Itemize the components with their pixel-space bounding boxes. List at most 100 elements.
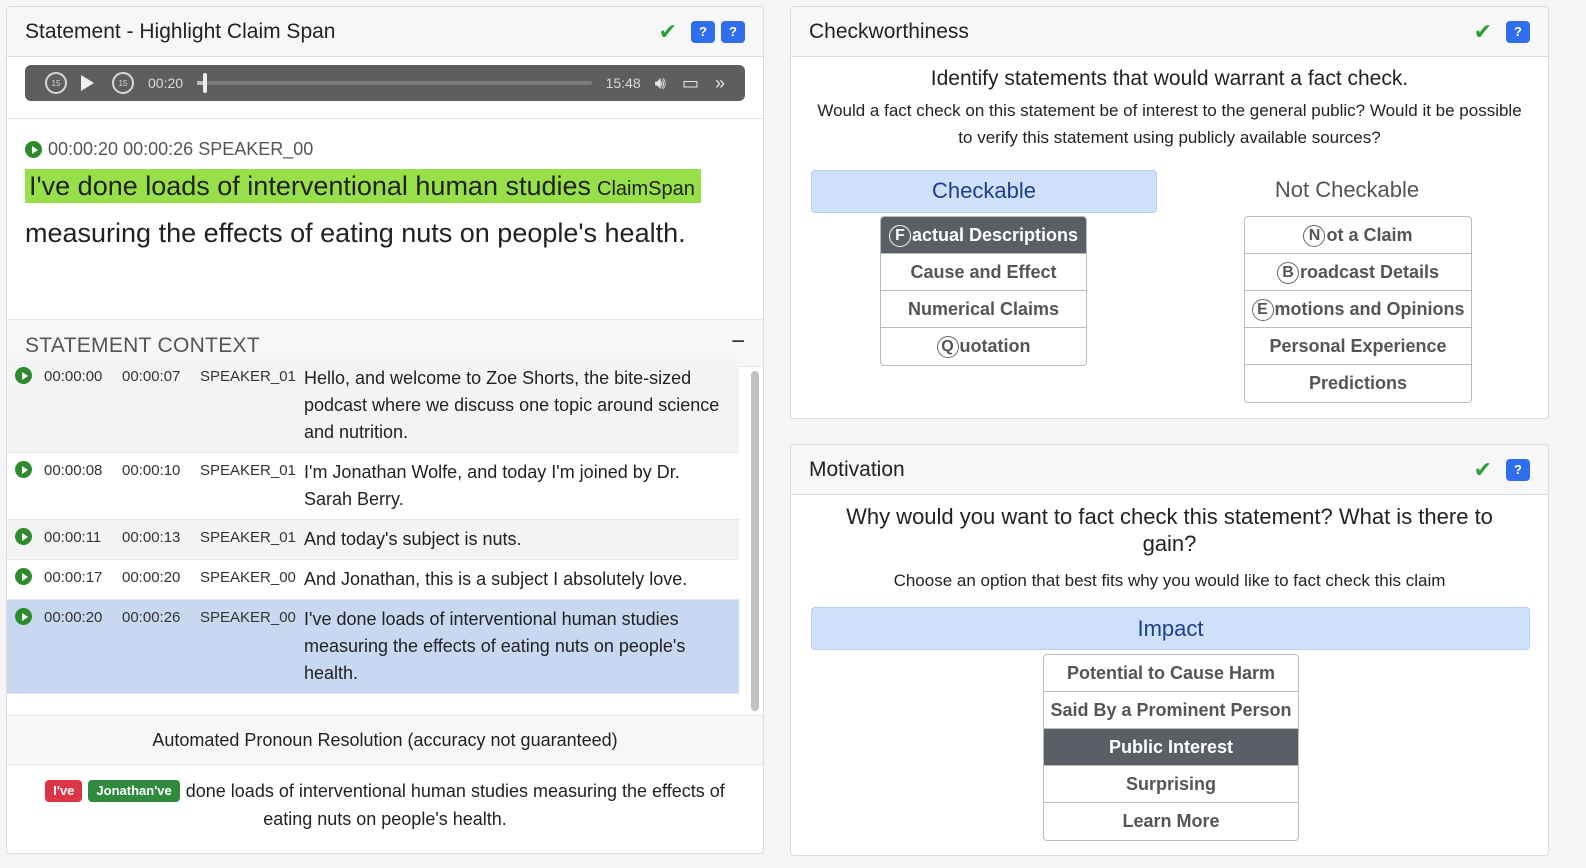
- statement-rest: measuring the effects of eating nuts on …: [25, 218, 686, 248]
- statement-text[interactable]: I've done loads of interventional human …: [25, 164, 745, 255]
- help-icon[interactable]: ?: [1506, 20, 1530, 43]
- play-circle-icon[interactable]: [15, 461, 32, 478]
- option-potential-to-cause-harm[interactable]: Potential to Cause Harm: [1044, 655, 1298, 692]
- context-end-time: 00:00:07: [122, 368, 181, 385]
- context-row[interactable]: 00:00:20 00:00:26 SPEAKER_00 I've done load…: [7, 600, 739, 694]
- statement-end: 00:00:26: [123, 139, 194, 159]
- statement-panel-header: Statement - Highlight Claim Span ✔ ? ?: [7, 7, 763, 57]
- context-start-time: 00:00:11: [44, 529, 102, 546]
- panel-title: Motivation: [809, 457, 905, 481]
- original-pronoun-badge: I've: [45, 780, 83, 802]
- category-not-checkable[interactable]: Not Checkable: [1157, 170, 1537, 213]
- checkworthiness-panel: Checkworthiness ✔ ? Identify statements …: [790, 6, 1549, 419]
- checkworthiness-subtext: Would a fact check on this statement be …: [817, 101, 1522, 147]
- context-text: I'm Jonathan Wolfe, and today I'm joined…: [304, 462, 680, 509]
- option-quotation[interactable]: Quotation: [881, 328, 1086, 365]
- not-checkable-options: Not a Claim Broadcast Details Emotions and…: [1244, 216, 1472, 403]
- option-label: ot a Claim: [1326, 225, 1413, 245]
- hotkey-letter: N: [1303, 225, 1326, 247]
- play-icon[interactable]: [81, 75, 94, 91]
- motivation-panel: Motivation ✔ ? Why would you want to fac…: [790, 444, 1549, 856]
- airplay-icon[interactable]: ▭: [682, 73, 699, 94]
- context-speaker: SPEAKER_00: [200, 609, 296, 626]
- checkworthiness-question: Identify statements that would warrant a…: [930, 67, 1409, 90]
- check-icon: ✔: [658, 18, 677, 44]
- checkworthiness-header: Checkworthiness ✔ ?: [791, 7, 1548, 57]
- option-label: motions and Opinions: [1274, 299, 1465, 319]
- pronoun-resolution-title: Automated Pronoun Resolution (accuracy n…: [7, 715, 763, 765]
- statement-display: 00:00:20 00:00:26 SPEAKER_00 I've done l…: [7, 119, 763, 319]
- category-impact[interactable]: Impact: [811, 607, 1530, 650]
- pronoun-resolved-text: done loads of interventional human studi…: [185, 781, 725, 829]
- option-numerical-claims[interactable]: Numerical Claims: [881, 291, 1086, 328]
- context-row[interactable]: 00:00:17 00:00:20 SPEAKER_00 And Jonathan, …: [7, 560, 739, 600]
- option-public-interest[interactable]: Public Interest: [1044, 729, 1298, 766]
- option-label: Cause and Effect: [910, 262, 1057, 282]
- context-text: I've done loads of interventional human …: [304, 609, 686, 683]
- statement-speaker: SPEAKER_00: [198, 139, 314, 159]
- motivation-question: Why would you want to fact check this st…: [846, 504, 1493, 556]
- scrollbar-thumb[interactable]: [751, 371, 759, 711]
- help-icon-secondary[interactable]: ?: [721, 20, 745, 43]
- statement-panel: Statement - Highlight Claim Span ✔ ? ? 1…: [6, 6, 764, 854]
- claim-span-highlight[interactable]: I've done loads of interventional human …: [25, 169, 701, 203]
- context-list: 00:00:00 00:00:07 SPEAKER_01 Hello, and wel…: [7, 359, 763, 715]
- duration: 15:48: [605, 75, 641, 91]
- play-circle-icon[interactable]: [25, 141, 42, 158]
- context-end-time: 00:00:13: [122, 529, 181, 546]
- seek-bar[interactable]: [197, 73, 592, 93]
- context-end-time: 00:00:20: [122, 569, 181, 586]
- context-speaker: SPEAKER_01: [200, 529, 296, 546]
- option-learn-more[interactable]: Learn More: [1044, 803, 1298, 840]
- option-predictions[interactable]: Predictions: [1245, 365, 1471, 402]
- context-row[interactable]: 00:00:11 00:00:13 SPEAKER_01 And today's su…: [7, 520, 739, 560]
- panel-title: Checkworthiness: [809, 19, 969, 43]
- skip-forward-icon[interactable]: 15: [112, 72, 134, 94]
- context-speaker: SPEAKER_01: [200, 368, 296, 385]
- scrollbar[interactable]: [751, 371, 759, 711]
- play-circle-icon[interactable]: [15, 568, 32, 585]
- skip-back-icon[interactable]: 15: [45, 72, 67, 94]
- statement-start: 00:00:20: [48, 139, 119, 159]
- option-label: uotation: [959, 336, 1031, 356]
- help-icon[interactable]: ?: [691, 20, 715, 43]
- fast-forward-icon[interactable]: »: [715, 73, 725, 94]
- volume-icon[interactable]: 🔊︎: [655, 73, 666, 94]
- play-circle-icon[interactable]: [15, 367, 32, 384]
- context-row[interactable]: 00:00:00 00:00:07 SPEAKER_01 Hello, and wel…: [7, 359, 739, 453]
- checkable-options: Factual Descriptions Cause and Effect Nume…: [880, 216, 1087, 366]
- hotkey-letter: F: [888, 225, 911, 247]
- context-start-time: 00:00:20: [44, 609, 103, 626]
- option-factual-descriptions[interactable]: Factual Descriptions: [881, 217, 1086, 254]
- audio-section: 15 15 00:20 15:48 🔊︎ ▭ »: [7, 57, 763, 119]
- context-text: And today's subject is nuts.: [304, 529, 522, 549]
- context-text: Hello, and welcome to Zoe Shorts, the bi…: [304, 368, 720, 442]
- hotkey-letter: E: [1251, 299, 1274, 321]
- option-label: actual Descriptions: [911, 225, 1079, 245]
- play-circle-icon[interactable]: [15, 528, 32, 545]
- context-start-time: 00:00:00: [44, 368, 103, 385]
- category-checkable[interactable]: Checkable: [811, 170, 1157, 213]
- option-said-by-a-prominent-person[interactable]: Said By a Prominent Person: [1044, 692, 1298, 729]
- option-broadcast-details[interactable]: Broadcast Details: [1245, 254, 1471, 291]
- claim-span-tag: ClaimSpan: [597, 178, 695, 200]
- hotkey-letter: Q: [936, 336, 959, 358]
- play-circle-icon[interactable]: [15, 608, 32, 625]
- context-end-time: 00:00:10: [122, 462, 181, 479]
- context-start-time: 00:00:17: [44, 569, 103, 586]
- option-label: roadcast Details: [1299, 262, 1440, 282]
- option-personal-experience[interactable]: Personal Experience: [1245, 328, 1471, 365]
- context-speaker: SPEAKER_00: [200, 569, 296, 586]
- seek-thumb[interactable]: [203, 73, 208, 93]
- context-end-time: 00:00:26: [122, 609, 181, 626]
- context-row[interactable]: 00:00:08 00:00:10 SPEAKER_01 I'm Jonathan W…: [7, 453, 739, 520]
- option-emotions-and-opinions[interactable]: Emotions and Opinions: [1245, 291, 1471, 328]
- context-start-time: 00:00:08: [44, 462, 103, 479]
- option-not-a-claim[interactable]: Not a Claim: [1245, 217, 1471, 254]
- motivation-header: Motivation ✔ ?: [791, 445, 1548, 495]
- help-icon[interactable]: ?: [1506, 458, 1530, 481]
- option-surprising[interactable]: Surprising: [1044, 766, 1298, 803]
- option-cause-and-effect[interactable]: Cause and Effect: [881, 254, 1086, 291]
- context-speaker: SPEAKER_01: [200, 462, 296, 479]
- pronoun-resolution-body: I've Jonathan've done loads of interventio…: [7, 765, 763, 845]
